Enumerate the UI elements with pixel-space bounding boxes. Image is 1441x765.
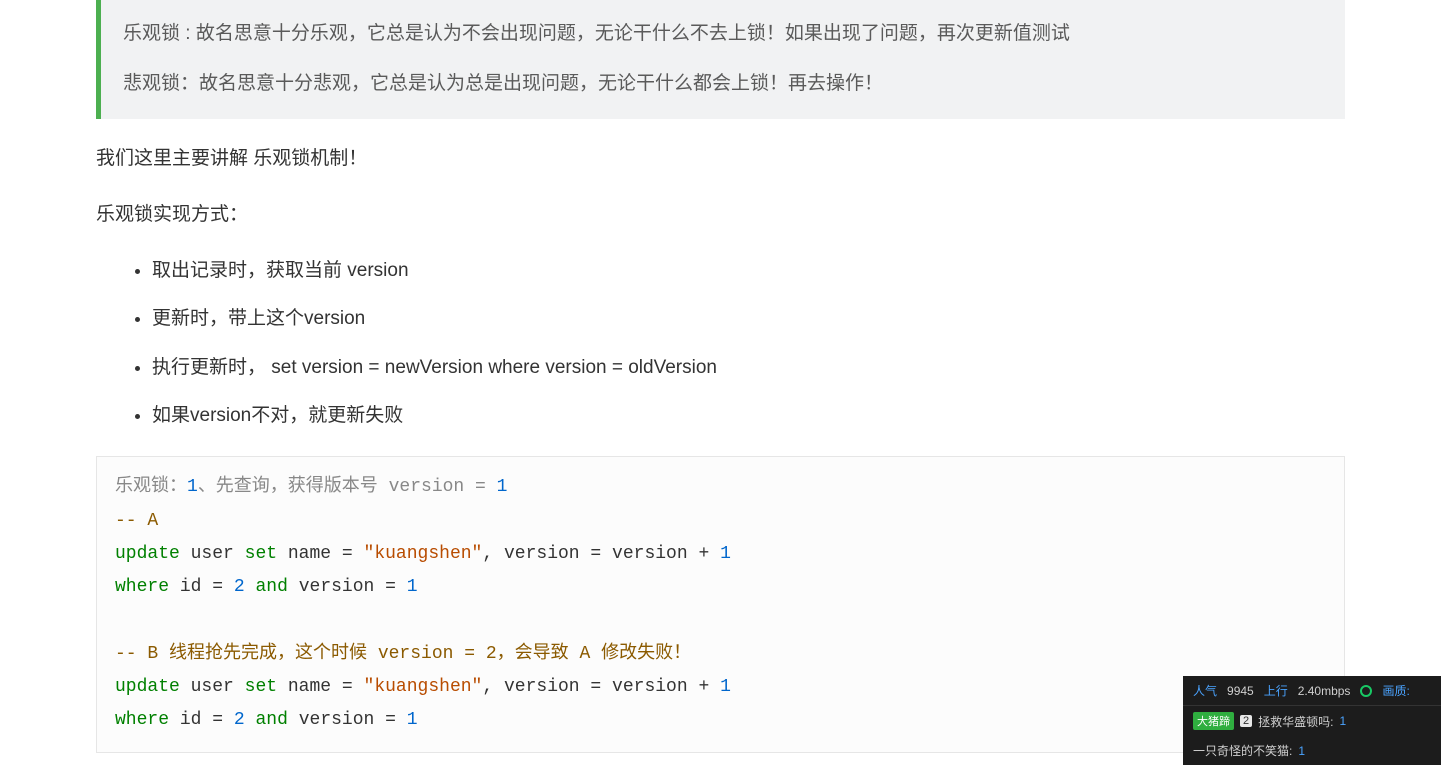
uplink-value: 2.40mbps [1298,684,1351,698]
list-item: 执行更新时， set version = newVersion where ve… [152,352,1345,384]
code-keyword: set [245,544,277,564]
status-dot-icon [1360,685,1372,697]
stream-overlay: 人气 9945 上行 2.40mbps 画质: 大猪蹄 2 拯救华盛顿吗: 1 … [1183,676,1441,765]
quality-label: 画质: [1382,682,1409,699]
code-op: = [342,544,353,564]
code-keyword: and [256,710,288,730]
chat-line[interactable]: 大猪蹄 2 拯救华盛顿吗: 1 [1183,706,1441,736]
code-keyword: where [115,710,169,730]
blockquote-line: 乐观锁 : 故名思意十分乐观，它总是认为不会出现问题，无论干什么不去上锁！如果出… [123,18,1323,50]
code-ident: user [191,677,234,697]
code-ident: version [612,544,688,564]
code-ident: id [180,577,202,597]
code-keyword: update [115,544,180,564]
paragraph: 乐观锁实现方式： [96,199,1345,231]
chat-message: 1 [1339,714,1346,728]
code-op: = [342,677,353,697]
code-ident: user [191,544,234,564]
code-op: + [698,544,709,564]
blockquote-line: 悲观锁：故名思意十分悲观，它总是认为总是出现问题，无论干什么都会上锁！再去操作！ [123,68,1323,100]
uplink-label: 上行 [1264,682,1288,699]
code-ident: version [504,677,580,697]
blockquote-locks: 乐观锁 : 故名思意十分乐观，它总是认为不会出现问题，无论干什么不去上锁！如果出… [96,0,1345,119]
chat-user-tag: 大猪蹄 [1193,712,1234,730]
code-number: 1 [497,477,508,497]
code-number: 1 [407,710,418,730]
code-op: = [212,710,223,730]
code-number: 1 [187,477,198,497]
code-number: 1 [720,677,731,697]
chat-username: 一只奇怪的不笑猫: [1193,742,1292,759]
code-op: = [212,577,223,597]
code-keyword: update [115,677,180,697]
chat-username: 拯救华盛顿吗: [1258,713,1333,730]
list-item: 更新时，带上这个version [152,303,1345,335]
code-keyword: set [245,677,277,697]
code-ident: id [180,710,202,730]
code-op: , [482,677,493,697]
code-ident: version [504,544,580,564]
code-op: = [385,710,396,730]
code-op: = [590,544,601,564]
code-ident: name [288,544,331,564]
bullet-list: 取出记录时，获取当前 version 更新时，带上这个version 执行更新时… [96,255,1345,432]
chat-line[interactable]: 一只奇怪的不笑猫: 1 [1183,736,1441,765]
code-ident: name [288,677,331,697]
article-content: 乐观锁 : 故名思意十分乐观，它总是认为不会出现问题，无论干什么不去上锁！如果出… [0,0,1441,753]
code-ident: version [299,710,375,730]
code-string: "kuangshen" [364,544,483,564]
list-item: 如果version不对，就更新失败 [152,400,1345,432]
list-item: 取出记录时，获取当前 version [152,255,1345,287]
code-number: 2 [234,577,245,597]
code-comment: -- B 线程抢先完成，这个时候 version = 2，会导致 A 修改失败！ [115,644,691,664]
code-op: = [590,677,601,697]
code-number: 2 [234,710,245,730]
code-block-sql: 乐观锁：1、先查询，获得版本号 version = 1 -- A update … [96,456,1345,752]
code-number: 1 [407,577,418,597]
code-op: , [482,544,493,564]
stream-stats-bar: 人气 9945 上行 2.40mbps 画质: [1183,676,1441,706]
code-ident: version [612,677,688,697]
code-keyword: where [115,577,169,597]
popularity-label: 人气 [1193,682,1217,699]
chat-message: 1 [1298,744,1305,758]
code-keyword: and [256,577,288,597]
code-string: "kuangshen" [364,677,483,697]
code-ident: version [299,577,375,597]
code-op: + [698,677,709,697]
code-text: 、先查询，获得版本号 version = [198,477,497,497]
popularity-value: 9945 [1227,684,1254,698]
paragraph: 我们这里主要讲解 乐观锁机制！ [96,143,1345,175]
chat-badge: 2 [1240,715,1252,727]
code-comment: -- A [115,511,158,531]
code-number: 1 [720,544,731,564]
code-text: 乐观锁： [115,477,187,497]
code-op: = [385,577,396,597]
